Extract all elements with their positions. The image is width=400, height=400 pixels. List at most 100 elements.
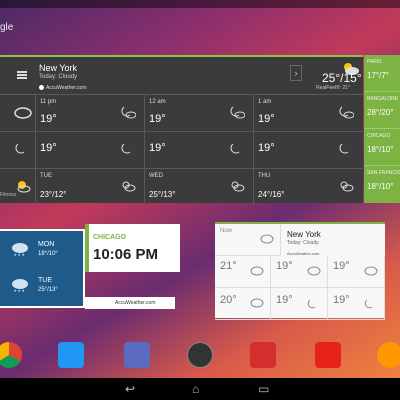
cloud-icon — [250, 266, 264, 276]
accuweather-logo-icon — [39, 85, 44, 91]
app-drawer-icon[interactable] — [187, 342, 213, 368]
play-music-icon[interactable] — [377, 342, 400, 368]
hourly-row: 11 pm 19° 12 am 19° 1 am 19° — [0, 95, 363, 132]
daily-cell[interactable]: WED 25°/13° — [144, 169, 253, 205]
youtube-icon[interactable] — [315, 342, 341, 368]
moon-cloud-icon — [364, 299, 373, 309]
hour-temp: 19° — [149, 113, 166, 125]
play-movies-icon[interactable] — [250, 342, 276, 368]
condition-text: Today: Cloudy — [39, 74, 78, 80]
clock-city: CHICAGO — [93, 234, 127, 241]
play-books-icon[interactable] — [58, 342, 84, 368]
night-temp: 19° — [149, 142, 166, 154]
right-condition: Today: Cloudy — [287, 240, 319, 246]
daily-row: TUE 23°/12° WED 25°/13° THU 24°/16° — [0, 169, 363, 205]
hourly-cell[interactable]: 12 am 19° — [144, 95, 253, 132]
side-city-name: PARIS — [367, 59, 382, 65]
photos-icon[interactable] — [124, 342, 150, 368]
forecast-widget-left[interactable]: * * * MON 18°/10° * * * TUE 25°/13° — [0, 229, 85, 308]
day-temp: 23°/12° — [40, 190, 67, 199]
temp-cell[interactable]: 19° — [328, 288, 385, 320]
cell-temp: 19° — [333, 294, 350, 306]
day-temp: 25°/13° — [149, 190, 176, 199]
side-city-name: BANGALORE — [367, 96, 399, 102]
clock-widget[interactable]: CHICAGO 10:06 PM — [85, 224, 180, 272]
hour-label: 1 am — [258, 99, 272, 105]
hourly-cell[interactable]: 19° — [144, 132, 253, 169]
cell-temp: 19° — [333, 260, 350, 272]
brand-label: AccuWeather.com — [39, 85, 86, 91]
forecast-day: TUE — [38, 277, 52, 284]
svg-text:* * *: * * * — [14, 254, 25, 259]
accuweather-footer: AccuWeather.com — [85, 297, 175, 309]
night-temp: 19° — [258, 142, 275, 154]
hour-label: 11 pm — [40, 99, 57, 105]
daily-cell[interactable]: TUE 23°/12° — [35, 169, 144, 205]
status-bar — [0, 0, 400, 8]
city-name: New York — [39, 63, 78, 73]
chevron-right-icon[interactable]: › — [290, 65, 302, 81]
forecast-day: MON — [38, 241, 55, 248]
forecast-day-row: * * * TUE 25°/13° — [0, 269, 85, 305]
google-search-label[interactable]: gle — [0, 22, 13, 33]
moon-cloud-icon — [307, 299, 316, 309]
clock-time: 10:06 PM — [93, 246, 159, 263]
right-city-name: New York — [287, 230, 321, 239]
temp-cell[interactable]: 19° — [328, 256, 385, 288]
side-city-item[interactable]: CHICAGO 18°/10° — [364, 129, 400, 166]
hour-label: 12 am — [149, 99, 166, 105]
side-city-name: SAN FRANCIS — [367, 170, 400, 176]
day-label: THU — [258, 173, 271, 179]
side-city-item[interactable]: PARIS 17°/7° — [364, 55, 400, 92]
back-icon[interactable]: ↩ — [125, 382, 135, 396]
snow-cloud-icon: * * * — [12, 243, 28, 259]
hour-temp: 19° — [40, 113, 57, 125]
side-city-item[interactable]: BANGALORE 28°/20° — [364, 92, 400, 129]
temp-cell[interactable]: 19° — [271, 288, 328, 320]
temp-cell[interactable]: 21° — [215, 256, 271, 288]
menu-icon[interactable] — [17, 71, 27, 79]
cloud-icon — [260, 234, 274, 244]
cities-sidebar: PARIS 17°/7° BANGALORE 28°/20° CHICAGO 1… — [364, 55, 400, 203]
svg-text:* * *: * * * — [14, 290, 25, 295]
home-icon[interactable]: ⌂ — [192, 382, 199, 396]
hourly-cell[interactable]: 19° — [253, 132, 362, 169]
recents-icon[interactable]: ▭ — [258, 382, 269, 396]
dock — [0, 330, 400, 380]
temp-cell[interactable]: 20° — [215, 288, 271, 320]
side-city-item[interactable]: SAN FRANCIS 18°/10° — [364, 166, 400, 203]
hourly-cell[interactable]: 1 am 19° — [253, 95, 362, 132]
chrome-icon[interactable] — [0, 342, 22, 368]
moon-cloud-icon — [121, 106, 136, 119]
side-city-temp: 17°/7° — [367, 71, 389, 80]
weather-header[interactable]: New York Today: Cloudy AccuWeather.com ›… — [0, 57, 363, 95]
now-cell[interactable]: Now — [215, 224, 281, 256]
daily-cell[interactable]: THU 24°/16° — [253, 169, 362, 205]
sun-cloud-icon — [122, 181, 136, 192]
cloud-icon — [364, 266, 378, 276]
navigation-bar: ↩ ⌂ ▭ — [0, 378, 400, 400]
day-temp: 24°/16° — [258, 190, 285, 199]
hourly-cell[interactable]: 19° — [35, 132, 144, 169]
weather-widget-right[interactable]: Now New York Today: Cloudy AccuWeather.c… — [215, 222, 385, 320]
hour-temp: 19° — [258, 113, 275, 125]
forecast-day-row: * * * MON 18°/10° — [0, 233, 85, 269]
hourly-cell[interactable]: 11 pm 19° — [35, 95, 144, 132]
cell-temp: 19° — [276, 260, 293, 272]
side-city-temp: 18°/10° — [367, 182, 394, 191]
cloud-icon — [250, 298, 264, 308]
realfeel-text: RealFeel®: 21° — [316, 85, 351, 91]
moon-cloud-icon — [339, 143, 349, 154]
forecast-temp: 18°/10° — [38, 251, 58, 257]
fitness-label: Fitness — [0, 192, 17, 198]
moon-cloud-icon — [339, 106, 354, 119]
moon-cloud-icon — [230, 143, 240, 154]
day-label: WED — [149, 173, 163, 179]
weather-widget-large[interactable]: New York Today: Cloudy AccuWeather.com ›… — [0, 55, 400, 205]
cloud-icon — [307, 266, 321, 276]
moon-cloud-icon — [121, 143, 131, 154]
cell-temp: 21° — [220, 260, 237, 272]
temp-cell[interactable]: 19° — [271, 256, 328, 288]
forecast-temp: 25°/13° — [38, 287, 58, 293]
cell-temp: 20° — [220, 294, 237, 306]
